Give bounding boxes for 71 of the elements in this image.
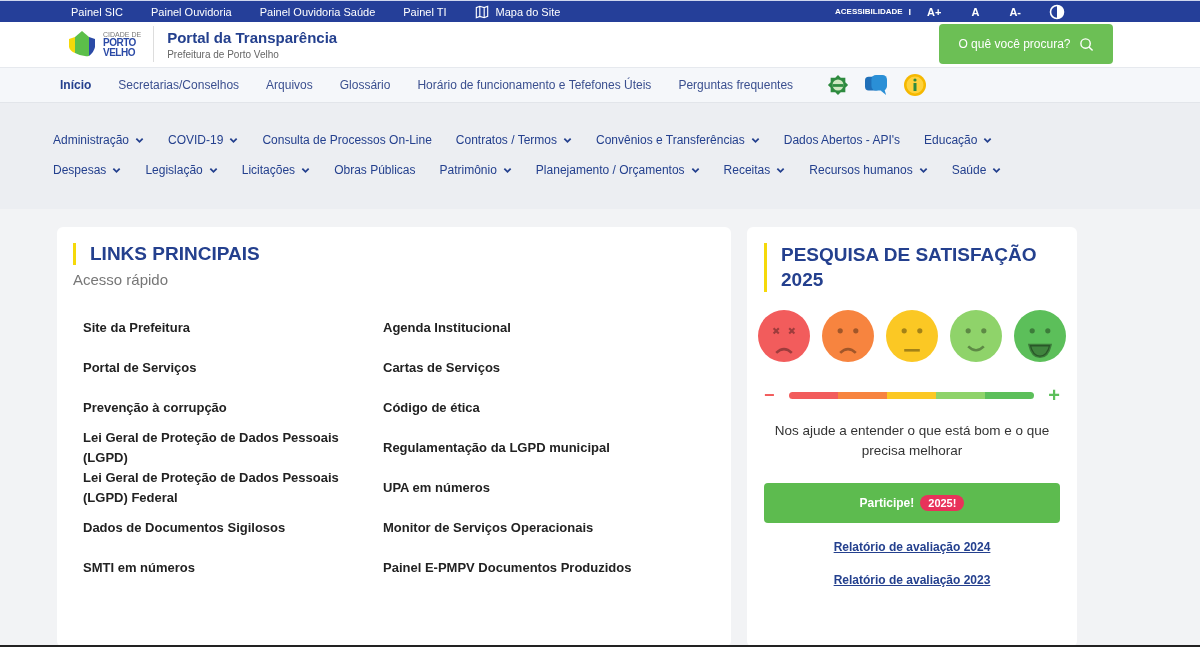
seal-icon[interactable] bbox=[827, 73, 850, 96]
nav-link[interactable]: Início bbox=[60, 77, 92, 92]
font-size-button[interactable]: A- bbox=[1007, 5, 1023, 18]
smiling-face-icon[interactable] bbox=[950, 310, 1002, 363]
report-link[interactable]: Relatório de avaliação 2024 bbox=[833, 540, 991, 555]
category-menu-item[interactable]: Receitas bbox=[723, 163, 786, 177]
category-menu-item[interactable]: Legislação bbox=[145, 163, 218, 177]
smiling-face-icon[interactable] bbox=[1014, 310, 1066, 363]
portal-title: Portal da Transparência bbox=[167, 28, 338, 46]
category-menu-item[interactable]: Convênios e Transferências bbox=[596, 133, 760, 147]
font-size-button[interactable]: A+ bbox=[925, 5, 944, 18]
chat-icon[interactable] bbox=[863, 73, 890, 96]
contrast-icon[interactable] bbox=[1049, 3, 1065, 20]
category-menu-item[interactable]: Obras Públicas bbox=[334, 163, 416, 177]
category-menu-item[interactable]: Despesas bbox=[53, 163, 122, 177]
year-badge: 2025! bbox=[920, 495, 965, 512]
portal-subtitle: Prefeitura de Porto Velho bbox=[167, 48, 280, 60]
participate-button[interactable]: Participe! 2025! bbox=[764, 483, 1060, 524]
logo-text: PORTO bbox=[103, 38, 137, 48]
quick-link[interactable]: SMTI em números bbox=[83, 548, 373, 588]
font-size-button[interactable]: A bbox=[969, 5, 982, 18]
quick-link[interactable]: Código de ética bbox=[383, 388, 683, 428]
section-subtitle: Acesso rápido bbox=[73, 271, 170, 288]
quick-link[interactable]: Prevenção à corrupção bbox=[83, 388, 373, 428]
top-link[interactable]: Painel Ouvidoria bbox=[151, 5, 232, 18]
category-menu-item[interactable]: Licitações bbox=[241, 163, 311, 177]
category-menu-item[interactable]: Saúde bbox=[951, 163, 1002, 177]
category-menu-item[interactable]: Administração bbox=[53, 133, 145, 147]
separator-text: I bbox=[908, 6, 912, 17]
nav-link[interactable]: Perguntas frequentes bbox=[678, 77, 794, 92]
map-icon bbox=[474, 4, 489, 19]
top-link[interactable]: Painel SIC bbox=[71, 5, 123, 18]
plus-sign: + bbox=[1048, 384, 1060, 408]
accessibility-label: ACESSIBILIDADE bbox=[835, 7, 903, 17]
category-menu-item[interactable]: Consulta de Processos On-Line bbox=[262, 133, 432, 147]
survey-text: Nos ajude a entender o que está bom e o que precisa melhorar bbox=[773, 422, 1051, 461]
sad-face-icon[interactable] bbox=[758, 310, 810, 363]
category-menu-item[interactable]: Recursos humanos bbox=[809, 163, 928, 177]
quick-link[interactable]: Dados de Documentos Sigilosos bbox=[83, 508, 373, 548]
quick-link[interactable]: Portal de Serviços bbox=[83, 348, 373, 388]
nav-link[interactable]: Horário de funcionamento e Tefefones Úteis bbox=[417, 77, 652, 92]
quick-link[interactable]: Lei Geral de Proteção de Dados Pessoais (LGPD) bbox=[83, 428, 373, 468]
category-menu-item[interactable]: Educação bbox=[924, 133, 993, 147]
quick-link[interactable]: Site da Prefeitura bbox=[83, 308, 373, 348]
nav-link[interactable]: Glossário bbox=[339, 77, 391, 92]
top-link[interactable]: Mapa do Site bbox=[474, 4, 561, 19]
category-menu-item[interactable]: Patrimônio bbox=[439, 163, 512, 177]
section-title: PESQUISA DE SATISFAÇÃO 2025 bbox=[781, 243, 1038, 292]
neutral-face-icon[interactable] bbox=[886, 310, 938, 363]
logo-text: VELHO bbox=[103, 47, 136, 58]
nav-link[interactable]: Secretarias/Conselhos bbox=[118, 77, 240, 92]
category-menu-item[interactable]: Dados Abertos - API's bbox=[783, 133, 901, 147]
section-title: LINKS PRINCIPAIS bbox=[90, 243, 260, 264]
nav-link[interactable]: Arquivos bbox=[266, 77, 313, 92]
top-link[interactable]: Painel TI bbox=[403, 5, 447, 18]
category-menu-item[interactable]: Contratos / Termos bbox=[455, 133, 572, 147]
quick-link[interactable]: Monitor de Serviços Operacionais bbox=[383, 508, 683, 548]
quick-link[interactable]: Cartas de Serviços bbox=[383, 348, 683, 388]
quick-link[interactable]: Lei Geral de Proteção de Dados Pessoais (LGPD) Federal bbox=[83, 468, 373, 508]
category-menu-item[interactable]: Planejamento / Orçamentos bbox=[535, 163, 700, 177]
info-icon[interactable] bbox=[903, 72, 928, 97]
quick-link[interactable]: Painel E-PMPV Documentos Produzidos bbox=[383, 548, 683, 588]
category-menu-item[interactable]: COVID-19 bbox=[168, 133, 239, 147]
minus-sign: − bbox=[764, 385, 775, 407]
quick-link[interactable]: UPA em números bbox=[383, 468, 683, 508]
report-link[interactable]: Relatório de avaliação 2023 bbox=[833, 573, 991, 588]
quick-link[interactable]: Agenda Institucional bbox=[383, 308, 683, 348]
quick-link[interactable]: Regulamentação da LGPD municipal bbox=[383, 428, 683, 468]
sad-face-icon[interactable] bbox=[822, 310, 874, 363]
top-link[interactable]: Painel Ouvidoria Saúde bbox=[259, 5, 376, 18]
search-icon bbox=[1078, 36, 1094, 52]
